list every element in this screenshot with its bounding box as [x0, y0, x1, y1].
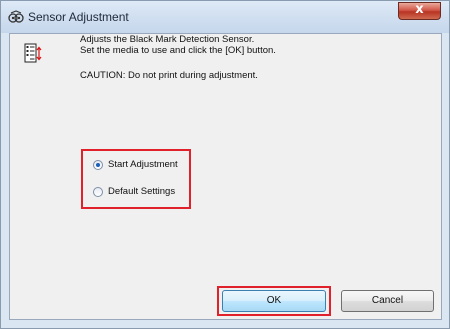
default-settings-radio[interactable] — [93, 187, 103, 197]
cancel-button[interactable]: Cancel — [341, 290, 434, 312]
window-title: Sensor Adjustment — [28, 10, 129, 24]
close-button[interactable]: x — [398, 2, 441, 20]
option-group: Start Adjustment Default Settings — [81, 149, 191, 209]
title-bar[interactable]: Sensor Adjustment x — [1, 1, 449, 33]
description-line-1: Adjusts the Black Mark Detection Sensor. — [80, 34, 255, 45]
default-settings-label[interactable]: Default Settings — [108, 186, 175, 197]
close-icon: x — [415, 2, 424, 17]
printer-sensor-icon — [8, 10, 24, 23]
caution-text: CAUTION: Do not print during adjustment. — [80, 70, 258, 81]
ok-button[interactable]: OK — [222, 290, 326, 312]
sensor-document-icon — [24, 43, 42, 63]
start-adjustment-radio[interactable] — [93, 160, 103, 170]
dialog-window: Sensor Adjustment x Adjusts the Black Ma… — [0, 0, 450, 329]
description-line-2: Set the media to use and click the [OK] … — [80, 45, 276, 56]
start-adjustment-label[interactable]: Start Adjustment — [108, 159, 178, 170]
